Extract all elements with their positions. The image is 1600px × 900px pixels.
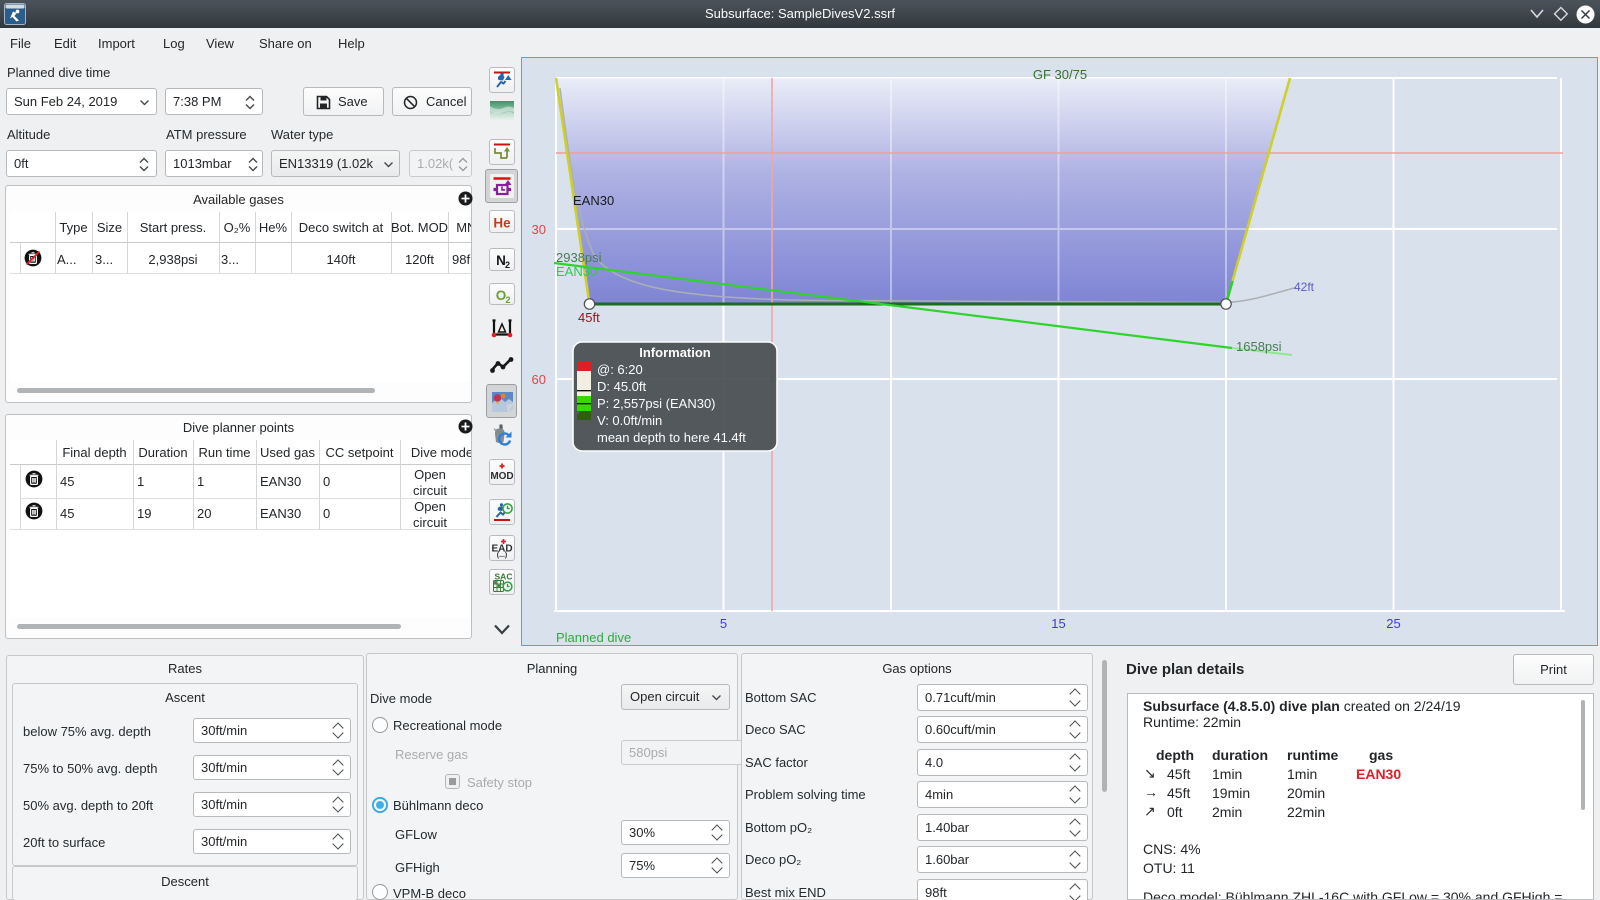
svg-text:30: 30 bbox=[532, 222, 546, 237]
svg-text:V: 0.0ft/min: V: 0.0ft/min bbox=[597, 413, 662, 428]
svg-text:D: 45.0ft: D: 45.0ft bbox=[597, 379, 647, 394]
svg-text:EAN30: EAN30 bbox=[556, 264, 597, 279]
svg-text:(...): (...) bbox=[497, 552, 508, 559]
svg-text:45ft: 45ft bbox=[578, 310, 600, 325]
svg-text:EAN30: EAN30 bbox=[573, 193, 614, 208]
svg-text:He: He bbox=[493, 216, 511, 231]
svg-text:2: 2 bbox=[505, 295, 510, 305]
svg-text:15: 15 bbox=[1051, 616, 1065, 631]
svg-text:2938psi: 2938psi bbox=[556, 250, 602, 265]
svg-text:@: 6:20: @: 6:20 bbox=[597, 362, 643, 377]
svg-text:GF 30/75: GF 30/75 bbox=[1033, 67, 1087, 82]
svg-text:Information: Information bbox=[639, 345, 711, 360]
svg-text:MOD: MOD bbox=[490, 471, 513, 482]
svg-text:2: 2 bbox=[505, 260, 510, 270]
svg-text:Planned dive: Planned dive bbox=[556, 630, 631, 645]
svg-text:5: 5 bbox=[720, 616, 727, 631]
svg-text:25: 25 bbox=[1386, 616, 1400, 631]
svg-text:mean depth to here 41.4ft: mean depth to here 41.4ft bbox=[597, 430, 746, 445]
svg-text:42ft: 42ft bbox=[1294, 280, 1315, 294]
svg-text:60: 60 bbox=[532, 372, 546, 387]
svg-text:P: 2,557psi (EAN30): P: 2,557psi (EAN30) bbox=[597, 396, 716, 411]
svg-text:1658psi: 1658psi bbox=[1236, 339, 1282, 354]
